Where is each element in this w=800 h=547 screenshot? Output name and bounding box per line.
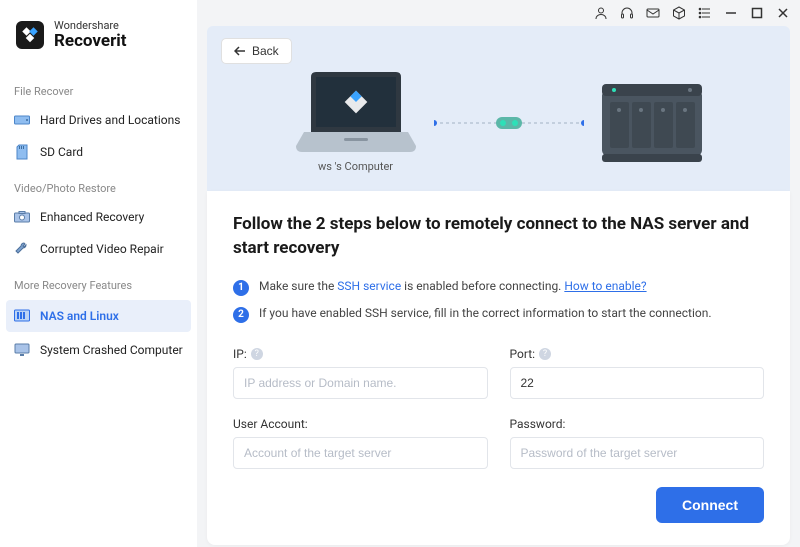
step-number-badge: 1 xyxy=(233,280,249,296)
minimize-icon[interactable] xyxy=(724,6,738,20)
list-icon[interactable] xyxy=(698,6,712,20)
sidebar-item-label: Enhanced Recovery xyxy=(40,210,144,224)
instructions-card: Follow the 2 steps below to remotely con… xyxy=(207,191,790,545)
connect-button[interactable]: Connect xyxy=(656,487,764,523)
sidebar-item-enhanced-recovery[interactable]: Enhanced Recovery xyxy=(0,201,197,233)
field-port: Port: ? xyxy=(510,347,765,399)
sidebar-item-nas-linux[interactable]: NAS and Linux xyxy=(6,300,191,332)
password-label: Password: xyxy=(510,417,765,431)
back-button-label: Back xyxy=(252,44,279,58)
sidebar: Wondershare Recoverit File Recover Hard … xyxy=(0,0,197,547)
sd-icon xyxy=(14,144,30,160)
window-titlebar xyxy=(197,0,800,20)
sidebar-item-label: Corrupted Video Repair xyxy=(40,242,164,256)
sidebar-item-label: Hard Drives and Locations xyxy=(40,113,180,127)
ip-input[interactable] xyxy=(233,367,488,399)
connection-line-icon xyxy=(434,116,584,130)
step-2-text: If you have enabled SSH service, fill in… xyxy=(259,306,712,320)
back-button[interactable]: Back xyxy=(221,38,292,64)
maximize-icon[interactable] xyxy=(750,6,764,20)
diagram-computer-label: ws 's Computer xyxy=(296,160,416,173)
help-icon[interactable]: ? xyxy=(539,348,551,360)
headset-icon[interactable] xyxy=(620,6,634,20)
help-icon[interactable]: ? xyxy=(251,348,263,360)
sidebar-item-hard-drives[interactable]: Hard Drives and Locations xyxy=(0,104,197,136)
sidebar-item-corrupted-video[interactable]: Corrupted Video Repair xyxy=(0,233,197,265)
connection-diagram: ws 's Computer xyxy=(221,72,776,173)
wrench-icon xyxy=(14,241,30,257)
password-input[interactable] xyxy=(510,437,765,469)
drive-icon xyxy=(14,112,30,128)
field-password: Password: xyxy=(510,417,765,469)
field-ip: IP: ? xyxy=(233,347,488,399)
form-actions: Connect xyxy=(233,487,764,523)
user-label: User Account: xyxy=(233,417,488,431)
brand-logo: Wondershare Recoverit xyxy=(0,20,197,71)
nas-server-icon xyxy=(602,84,702,162)
sidebar-item-label: SD Card xyxy=(40,145,83,159)
connection-form: IP: ? Port: ? User Account: Password: xyxy=(233,347,764,469)
mail-icon[interactable] xyxy=(646,6,660,20)
brand-mark-icon xyxy=(16,21,44,49)
close-icon[interactable] xyxy=(776,6,790,20)
ssh-service-text: SSH service xyxy=(337,279,401,293)
port-input[interactable] xyxy=(510,367,765,399)
diagram-computer: ws 's Computer xyxy=(296,72,416,173)
user-icon[interactable] xyxy=(594,6,608,20)
sidebar-item-label: NAS and Linux xyxy=(40,309,119,323)
sidebar-item-sd-card[interactable]: SD Card xyxy=(0,136,197,168)
card-heading: Follow the 2 steps below to remotely con… xyxy=(233,213,764,261)
monitor-icon xyxy=(14,342,30,358)
camera-icon xyxy=(14,209,30,225)
sidebar-item-crashed-computer[interactable]: System Crashed Computer xyxy=(0,334,197,366)
arrow-left-icon xyxy=(234,46,246,56)
step-1: 1 Make sure the SSH service is enabled b… xyxy=(233,279,764,296)
sidebar-section-title: File Recover xyxy=(0,79,197,104)
field-user: User Account: xyxy=(233,417,488,469)
main-content: Back ws 's Computer xyxy=(197,0,800,547)
sidebar-section-title: More Recovery Features xyxy=(0,273,197,298)
nas-icon xyxy=(14,308,30,324)
user-input[interactable] xyxy=(233,437,488,469)
brand-line2: Recoverit xyxy=(54,32,127,51)
hero-panel: Back ws 's Computer xyxy=(207,26,790,191)
port-label: Port: ? xyxy=(510,347,765,361)
how-to-enable-link[interactable]: How to enable? xyxy=(564,279,646,293)
brand-text: Wondershare Recoverit xyxy=(54,20,127,51)
step-number-badge: 2 xyxy=(233,307,249,323)
step-2: 2 If you have enabled SSH service, fill … xyxy=(233,306,764,323)
laptop-icon xyxy=(296,72,416,154)
box-icon[interactable] xyxy=(672,6,686,20)
ip-label: IP: ? xyxy=(233,347,488,361)
sidebar-section-title: Video/Photo Restore xyxy=(0,176,197,201)
step-1-text: Make sure the SSH service is enabled bef… xyxy=(259,279,647,293)
sidebar-item-label: System Crashed Computer xyxy=(40,343,183,357)
